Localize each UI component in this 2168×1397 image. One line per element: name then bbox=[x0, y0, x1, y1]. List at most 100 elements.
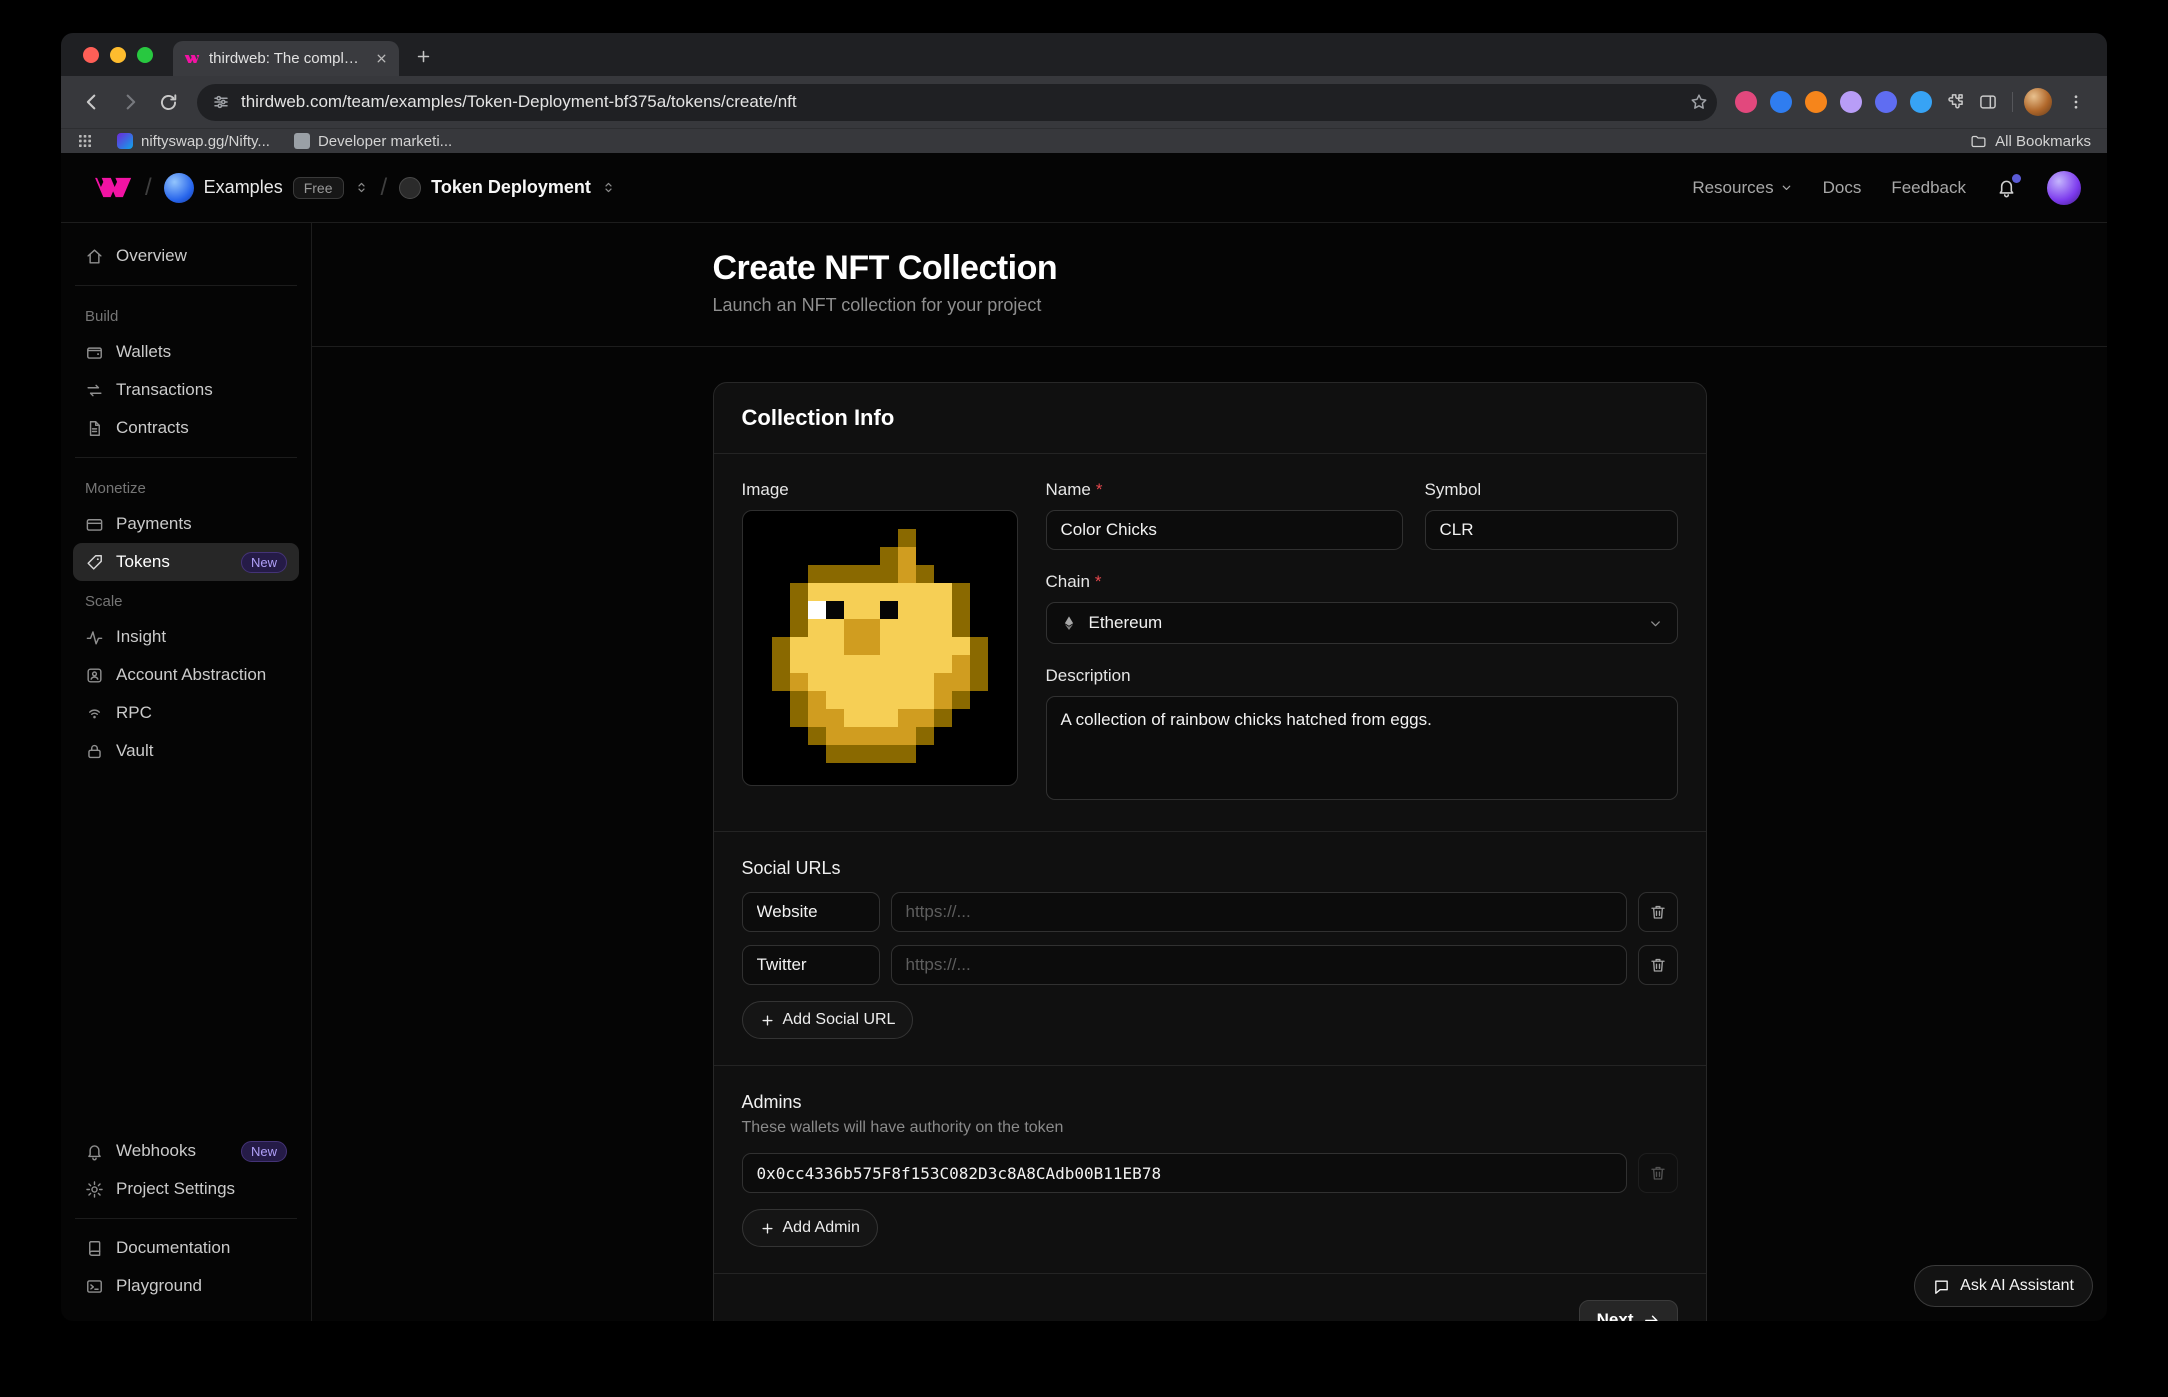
sidebar-item-rpc[interactable]: RPC bbox=[73, 694, 299, 732]
bookmark-item[interactable]: Developer marketi... bbox=[294, 133, 452, 150]
bookmark-favicon bbox=[294, 133, 310, 149]
tokens-tag-icon bbox=[85, 553, 104, 572]
extension-icon[interactable] bbox=[1770, 91, 1792, 113]
card-header: Collection Info bbox=[714, 383, 1706, 454]
feedback-link[interactable]: Feedback bbox=[1891, 178, 1966, 198]
extension-icon[interactable] bbox=[1875, 91, 1897, 113]
bookmark-item[interactable]: niftyswap.gg/Nifty... bbox=[117, 133, 270, 150]
sidebar-item-wallets[interactable]: Wallets bbox=[73, 333, 299, 371]
thirdweb-logo[interactable] bbox=[87, 175, 133, 201]
extensions-puzzle-icon[interactable] bbox=[1945, 92, 1965, 112]
next-button[interactable]: Next bbox=[1579, 1300, 1678, 1321]
page-subtitle: Launch an NFT collection for your projec… bbox=[713, 295, 1707, 316]
sidebar-item-account-abstraction[interactable]: Account Abstraction bbox=[73, 656, 299, 694]
forward-button[interactable] bbox=[111, 83, 149, 121]
admins-subtext: These wallets will have authority on the… bbox=[742, 1119, 1678, 1137]
admins-label: Admins bbox=[742, 1092, 1678, 1113]
back-button[interactable] bbox=[73, 83, 111, 121]
add-social-url-button[interactable]: Add Social URL bbox=[742, 1001, 914, 1039]
social-urls-section: Social URLs bbox=[714, 831, 1706, 1065]
new-badge: New bbox=[241, 1141, 287, 1162]
sidebar-item-label: Tokens bbox=[116, 552, 170, 572]
url-text: thirdweb.com/team/examples/Token-Deploym… bbox=[241, 92, 1678, 112]
new-tab-button[interactable] bbox=[407, 40, 439, 72]
account-avatar[interactable] bbox=[2047, 171, 2081, 205]
sidebar-item-overview[interactable]: Overview bbox=[73, 237, 299, 275]
social-urls-label: Social URLs bbox=[742, 858, 1678, 879]
browser-window: thirdweb: The complete web3... thirdweb.… bbox=[61, 33, 2107, 1321]
wallet-icon bbox=[85, 343, 104, 362]
delete-social-url-button[interactable] bbox=[1638, 892, 1678, 932]
docs-link[interactable]: Docs bbox=[1823, 178, 1862, 198]
delete-social-url-button[interactable] bbox=[1638, 945, 1678, 985]
collection-fields-section: Image Name* bbox=[714, 454, 1706, 831]
site-settings-icon[interactable] bbox=[212, 93, 230, 111]
sidebar-item-label: Insight bbox=[116, 627, 166, 647]
minimize-window-button[interactable] bbox=[110, 47, 126, 63]
extensions-cluster bbox=[1727, 91, 2006, 113]
toolbar-divider bbox=[2012, 92, 2013, 112]
social-platform-input[interactable] bbox=[742, 892, 880, 932]
extension-icon[interactable] bbox=[1840, 91, 1862, 113]
notification-dot bbox=[2012, 174, 2021, 183]
profile-button[interactable] bbox=[2019, 83, 2057, 121]
social-url-input[interactable] bbox=[891, 892, 1627, 932]
ask-ai-assistant-button[interactable]: Ask AI Assistant bbox=[1914, 1265, 2093, 1307]
apps-grid-icon[interactable] bbox=[77, 133, 93, 149]
sidebar-item-insight[interactable]: Insight bbox=[73, 618, 299, 656]
project-avatar bbox=[399, 177, 421, 199]
sidebar-item-playground[interactable]: Playground bbox=[73, 1267, 299, 1305]
close-window-button[interactable] bbox=[83, 47, 99, 63]
extension-icon[interactable] bbox=[1910, 91, 1932, 113]
admin-address-input[interactable] bbox=[742, 1153, 1627, 1193]
sidebar-item-transactions[interactable]: Transactions bbox=[73, 371, 299, 409]
sidebar-item-tokens[interactable]: Tokens New bbox=[73, 543, 299, 581]
bookmark-star-icon[interactable] bbox=[1689, 92, 1709, 112]
tab-close-icon[interactable] bbox=[375, 52, 388, 65]
team-switcher[interactable]: Examples Free bbox=[164, 173, 369, 203]
collection-image[interactable] bbox=[742, 510, 1018, 786]
sidebar-item-vault[interactable]: Vault bbox=[73, 732, 299, 770]
extension-icon[interactable] bbox=[1735, 91, 1757, 113]
browser-tab[interactable]: thirdweb: The complete web3... bbox=[173, 41, 399, 76]
sidebar-item-webhooks[interactable]: Webhooks New bbox=[73, 1132, 299, 1170]
plus-icon bbox=[760, 1013, 775, 1028]
chrome-menu-button[interactable] bbox=[2057, 83, 2095, 121]
arrow-right-icon bbox=[1643, 1312, 1660, 1322]
address-bar[interactable]: thirdweb.com/team/examples/Token-Deploym… bbox=[197, 84, 1717, 121]
collection-image-pixels bbox=[772, 529, 988, 768]
chevrons-up-down-icon bbox=[354, 180, 369, 195]
symbol-input[interactable] bbox=[1425, 510, 1678, 550]
team-name: Examples bbox=[204, 177, 283, 198]
side-panel-icon[interactable] bbox=[1978, 92, 1998, 112]
social-platform-input[interactable] bbox=[742, 945, 880, 985]
reload-button[interactable] bbox=[149, 83, 187, 121]
notifications-button[interactable] bbox=[1996, 177, 2017, 198]
trash-icon bbox=[1649, 903, 1667, 921]
social-url-row bbox=[742, 945, 1678, 985]
project-switcher[interactable]: Token Deployment bbox=[399, 177, 616, 199]
sidebar-item-label: Vault bbox=[116, 741, 154, 761]
all-bookmarks-button[interactable]: All Bookmarks bbox=[1970, 133, 2091, 150]
description-textarea[interactable]: A collection of rainbow chicks hatched f… bbox=[1046, 696, 1678, 800]
sidebar-item-label: Wallets bbox=[116, 342, 171, 362]
card-footer: Next bbox=[714, 1273, 1706, 1321]
maximize-window-button[interactable] bbox=[137, 47, 153, 63]
chain-select[interactable]: Ethereum bbox=[1046, 602, 1678, 644]
sidebar-spacer bbox=[73, 770, 299, 1132]
sidebar-item-project-settings[interactable]: Project Settings bbox=[73, 1170, 299, 1208]
resources-menu[interactable]: Resources bbox=[1692, 178, 1792, 198]
sidebar-item-contracts[interactable]: Contracts bbox=[73, 409, 299, 447]
symbol-label: Symbol bbox=[1425, 480, 1678, 500]
account-abstraction-icon bbox=[85, 666, 104, 685]
sidebar-item-documentation[interactable]: Documentation bbox=[73, 1229, 299, 1267]
add-admin-button[interactable]: Add Admin bbox=[742, 1209, 878, 1247]
delete-admin-button[interactable] bbox=[1638, 1153, 1678, 1193]
social-url-input[interactable] bbox=[891, 945, 1627, 985]
bookmark-label: Developer marketi... bbox=[318, 133, 452, 150]
extension-icon[interactable] bbox=[1805, 91, 1827, 113]
trash-icon bbox=[1649, 956, 1667, 974]
bookmark-label: niftyswap.gg/Nifty... bbox=[141, 133, 270, 150]
name-input[interactable] bbox=[1046, 510, 1403, 550]
sidebar-item-payments[interactable]: Payments bbox=[73, 505, 299, 543]
